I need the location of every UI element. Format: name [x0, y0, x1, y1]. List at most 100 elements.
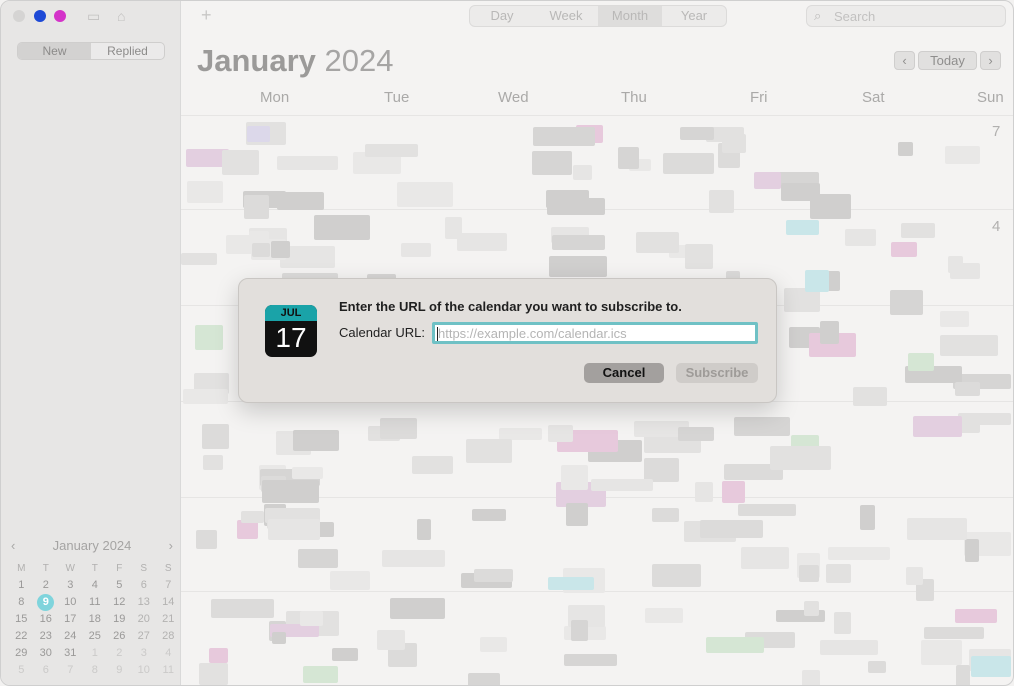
invitations-segment: New Replied — [17, 42, 165, 60]
mini-day[interactable]: 21 — [156, 611, 181, 628]
segment-new[interactable]: New — [18, 43, 91, 59]
view-day[interactable]: Day — [470, 6, 534, 26]
close-window-button[interactable] — [13, 10, 25, 22]
mini-day[interactable]: 7 — [58, 662, 83, 679]
mini-day[interactable]: 3 — [132, 645, 157, 662]
mini-day[interactable]: 8 — [83, 662, 108, 679]
calendar-list-icon[interactable]: ▭ — [87, 8, 100, 25]
mini-day[interactable]: 2 — [107, 645, 132, 662]
obscured-block — [480, 637, 507, 652]
day-mon: Mon — [260, 89, 290, 106]
mini-day[interactable]: 5 — [107, 577, 132, 594]
obscured-block — [244, 195, 269, 219]
obscured-block — [365, 144, 418, 157]
mini-day[interactable]: 5 — [9, 662, 34, 679]
mini-day[interactable]: 10 — [58, 594, 83, 611]
obscured-block — [828, 547, 890, 560]
obscured-block — [591, 479, 653, 491]
view-month[interactable]: Month — [598, 6, 662, 26]
mini-day[interactable]: 13 — [132, 594, 157, 611]
day-fri: Fri — [750, 89, 768, 106]
mini-day[interactable]: 28 — [156, 628, 181, 645]
mini-day[interactable]: 3 — [58, 577, 83, 594]
mini-dow: S — [140, 563, 148, 574]
add-event-button[interactable]: + — [201, 5, 212, 26]
obscured-block — [907, 518, 967, 540]
obscured-block — [552, 235, 605, 250]
obscured-block — [890, 290, 923, 315]
view-year[interactable]: Year — [662, 6, 726, 26]
obscured-block — [741, 547, 789, 569]
mini-day[interactable]: 6 — [132, 577, 157, 594]
obscured-block — [805, 270, 829, 292]
inbox-icon[interactable]: ⌂ — [117, 8, 125, 24]
mini-day[interactable]: 7 — [156, 577, 181, 594]
mini-day[interactable]: 15 — [9, 611, 34, 628]
mini-day[interactable]: 4 — [83, 577, 108, 594]
obscured-block — [222, 150, 259, 175]
mini-day[interactable]: 2 — [34, 577, 59, 594]
mini-day[interactable]: 11 — [156, 662, 181, 679]
obscured-block — [183, 389, 228, 404]
mini-day[interactable]: 19 — [107, 611, 132, 628]
minimize-window-button[interactable] — [34, 10, 46, 22]
day-wed: Wed — [498, 89, 529, 106]
calendar-url-input[interactable] — [432, 322, 758, 344]
mini-day[interactable]: 9 — [107, 662, 132, 679]
obscured-block — [680, 127, 714, 140]
mini-day[interactable]: 1 — [83, 645, 108, 662]
day-thu: Thu — [621, 89, 647, 106]
segment-replied[interactable]: Replied — [91, 43, 164, 59]
mini-day[interactable]: 14 — [156, 594, 181, 611]
obscured-block — [561, 465, 588, 490]
mini-prev-icon[interactable]: ‹ — [11, 538, 15, 553]
subscribe-dialog: JUL 17 Enter the URL of the calendar you… — [238, 278, 777, 403]
mini-day[interactable]: 20 — [132, 611, 157, 628]
cancel-button[interactable]: Cancel — [584, 363, 664, 383]
mini-day[interactable]: 10 — [132, 662, 157, 679]
obscured-block — [466, 439, 512, 463]
obscured-block — [303, 666, 338, 683]
next-month-button[interactable]: › — [980, 51, 1001, 70]
view-week[interactable]: Week — [534, 6, 598, 26]
mini-day[interactable]: 11 — [83, 594, 108, 611]
mini-day[interactable]: 22 — [9, 628, 34, 645]
mini-day[interactable]: 30 — [34, 645, 59, 662]
mini-day[interactable]: 4 — [156, 645, 181, 662]
obscured-block — [457, 233, 507, 251]
subscribe-button[interactable]: Subscribe — [676, 363, 758, 383]
mini-day[interactable]: 23 — [34, 628, 59, 645]
mini-day[interactable]: 6 — [34, 662, 59, 679]
mini-day[interactable]: 1 — [9, 577, 34, 594]
obscured-block — [382, 550, 445, 567]
mini-day[interactable]: 31 — [58, 645, 83, 662]
prev-month-button[interactable]: ‹ — [894, 51, 915, 70]
obscured-block — [618, 147, 639, 169]
mini-day[interactable]: 9 — [34, 594, 59, 611]
obscured-block — [709, 190, 734, 213]
icon-day: 17 — [275, 322, 307, 353]
mini-day[interactable]: 26 — [107, 628, 132, 645]
obscured-block — [908, 353, 934, 371]
search-placeholder: Search — [834, 9, 876, 24]
obscured-block — [474, 569, 513, 582]
obscured-block — [292, 467, 323, 479]
mini-day[interactable]: 8 — [9, 594, 34, 611]
obscured-block — [826, 564, 851, 583]
mini-day[interactable]: 12 — [107, 594, 132, 611]
mini-day[interactable]: 17 — [58, 611, 83, 628]
mini-day[interactable]: 18 — [83, 611, 108, 628]
mini-day[interactable]: 24 — [58, 628, 83, 645]
zoom-window-button[interactable] — [54, 10, 66, 22]
mini-next-icon[interactable]: › — [169, 538, 173, 553]
mini-day[interactable]: 25 — [83, 628, 108, 645]
mini-day[interactable]: 16 — [34, 611, 59, 628]
mini-day[interactable]: 27 — [132, 628, 157, 645]
obscured-block — [532, 151, 572, 175]
day-sat: Sat — [862, 89, 885, 106]
search-field[interactable]: ⌕ Search — [806, 5, 1006, 27]
obscured-block — [293, 430, 339, 451]
obscured-block — [820, 640, 878, 655]
mini-day[interactable]: 29 — [9, 645, 34, 662]
today-button[interactable]: Today — [918, 51, 977, 70]
